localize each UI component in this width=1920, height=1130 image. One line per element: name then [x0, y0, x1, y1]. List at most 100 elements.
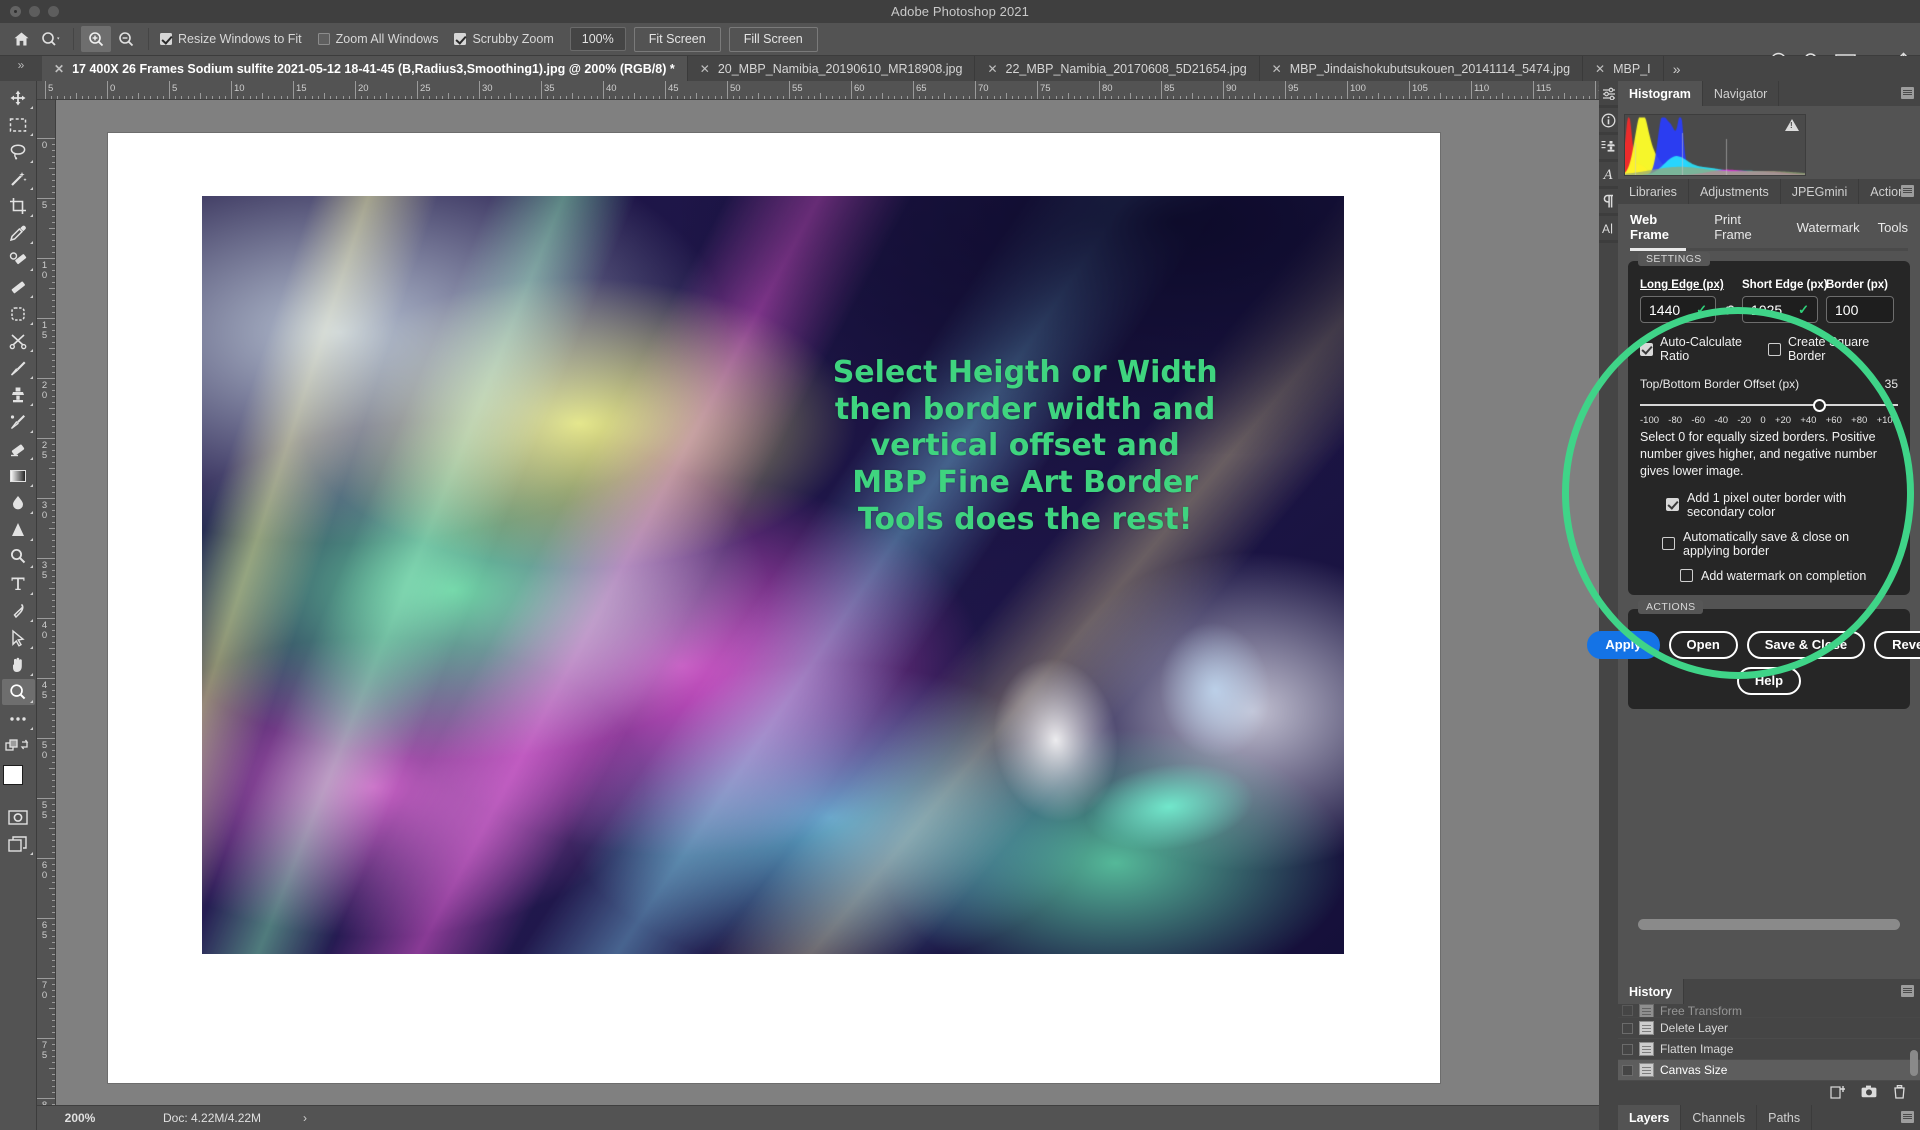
history-snapshot-checkbox[interactable] [1622, 1064, 1633, 1076]
ellipsis-icon[interactable] [2, 706, 35, 732]
close-icon[interactable]: ✕ [1272, 62, 1282, 76]
tab-jpegmini[interactable]: JPEGmini [1780, 179, 1860, 204]
create-square-border-checkbox[interactable]: Create Square Border [1767, 335, 1898, 363]
tab-layers[interactable]: Layers [1618, 1105, 1682, 1130]
paragraph-icon[interactable] [1599, 189, 1618, 216]
dodge-icon[interactable] [2, 517, 35, 543]
marquee-tool[interactable] [2, 112, 35, 138]
foreground-color-swatch[interactable] [2, 765, 23, 785]
subtab-watermark[interactable]: Watermark [1797, 220, 1860, 239]
document-tab-active[interactable]: ✕ 17 400X 26 Frames Sodium sulfite 2021-… [42, 56, 688, 81]
history-item[interactable]: Flatten Image [1618, 1039, 1920, 1060]
eraser-icon[interactable] [2, 436, 35, 462]
move-tool[interactable] [2, 85, 35, 111]
gradient-icon[interactable] [2, 463, 35, 489]
apply-button[interactable]: Apply [1587, 630, 1660, 659]
color-swatches[interactable] [2, 764, 35, 798]
create-snapshot-icon[interactable] [1861, 1085, 1877, 1101]
clone-stamp-icon[interactable] [2, 382, 35, 408]
history-item[interactable]: Free Transform [1618, 1004, 1920, 1018]
history-snapshot-checkbox[interactable] [1622, 1043, 1633, 1055]
open-button[interactable]: Open [1668, 630, 1738, 659]
character-icon[interactable]: A [1599, 216, 1618, 243]
type-T-icon[interactable] [2, 571, 35, 597]
minimize-button[interactable] [29, 6, 40, 17]
new-document-from-state-icon[interactable] [1830, 1085, 1846, 1102]
panel-menu-icon[interactable] [1901, 1111, 1914, 1123]
tab-paths[interactable]: Paths [1757, 1105, 1813, 1130]
subtab-web-frame[interactable]: Web Frame [1630, 212, 1696, 246]
more-tabs-icon[interactable]: » [1664, 56, 1690, 81]
history-brush-icon[interactable] [2, 409, 35, 435]
help-button[interactable]: Help [1736, 666, 1802, 695]
chevron-right-icon[interactable]: › [303, 1111, 307, 1125]
add-watermark-checkbox[interactable]: Add watermark on completion [1640, 569, 1898, 583]
auto-calculate-ratio-checkbox[interactable]: Auto-Calculate Ratio [1640, 335, 1768, 363]
canvas-area[interactable]: Select Heigth or Width then border width… [56, 100, 1599, 1105]
horizontal-ruler[interactable]: 5 0 5 10 15 20 25 30 35 40 45 50 55 60 65 70 75 80 85 90 95 1… [37, 81, 1599, 100]
pen-tool[interactable] [2, 544, 35, 570]
close-icon[interactable]: ✕ [700, 62, 710, 76]
patch-tool[interactable] [2, 301, 35, 327]
document-tab[interactable]: ✕ MBP_Jindaishokubutsukouen_20141114_547… [1259, 56, 1584, 81]
offset-slider[interactable] [1640, 397, 1898, 413]
close-icon[interactable]: ✕ [987, 62, 997, 76]
border-input[interactable]: 100 [1826, 296, 1894, 323]
zoom-tool-selected[interactable] [1, 679, 35, 705]
link-chain-icon[interactable] [1716, 296, 1742, 323]
vertical-ruler[interactable]: 0510152025303540455055606570758085 [37, 100, 56, 1105]
adjustments-sliders-icon[interactable] [1599, 81, 1618, 108]
auto-save-close-checkbox[interactable]: Automatically save & close on applying b… [1640, 530, 1898, 558]
resize-windows-to-fit-checkbox[interactable]: Resize Windows to Fit [160, 32, 302, 46]
spot-healing-brush-icon[interactable] [2, 247, 35, 273]
slider-knob[interactable] [1812, 399, 1826, 412]
scrubby-zoom-checkbox[interactable]: Scrubby Zoom [454, 32, 554, 46]
document-tab[interactable]: ✕ MBP_I [1583, 56, 1664, 81]
screen-mode-icon[interactable] [2, 831, 35, 857]
history-item[interactable]: Delete Layer [1618, 1018, 1920, 1039]
document-canvas[interactable]: Select Heigth or Width then border width… [108, 133, 1440, 1083]
panel-menu-icon[interactable] [1901, 87, 1914, 99]
default-colors-icon[interactable] [2, 733, 35, 759]
history-list[interactable]: Free Transform Delete Layer Flatten Imag… [1618, 1004, 1920, 1081]
crop-tool[interactable] [2, 193, 35, 219]
eyedropper-tool[interactable] [2, 220, 35, 246]
brush-stroke-icon[interactable] [2, 274, 35, 300]
history-snapshot-checkbox[interactable] [1622, 1022, 1633, 1034]
tab-histogram[interactable]: Histogram [1618, 81, 1703, 106]
maximize-button[interactable] [48, 6, 59, 17]
close-icon[interactable]: ✕ [1595, 62, 1605, 76]
tab-navigator[interactable]: Navigator [1702, 81, 1780, 106]
zoom-all-windows-checkbox[interactable]: Zoom All Windows [317, 32, 438, 46]
history-scrollbar[interactable] [1910, 1050, 1918, 1076]
tab-libraries[interactable]: Libraries [1618, 179, 1689, 204]
clone-source-icon[interactable] [1599, 135, 1618, 162]
brush-tool[interactable] [2, 355, 35, 381]
history-item-selected[interactable]: Canvas Size [1618, 1060, 1920, 1081]
window-controls[interactable] [10, 0, 59, 23]
scissors-icon[interactable] [2, 328, 35, 354]
document-tab[interactable]: ✕ 22_MBP_Namibia_20170608_5D21654.jpg [975, 56, 1260, 81]
document-tab[interactable]: ✕ 20_MBP_Namibia_20190610_MR18908.jpg [687, 56, 976, 81]
delete-icon[interactable] [1893, 1084, 1906, 1102]
zoom-out-icon[interactable] [111, 26, 141, 52]
subtab-print-frame[interactable]: Print Frame [1714, 212, 1778, 246]
fill-screen-button[interactable]: Fill Screen [728, 26, 818, 52]
lasso-tool[interactable] [2, 139, 35, 165]
panel-menu-icon[interactable] [1901, 185, 1914, 197]
warning-triangle-icon[interactable] [1785, 119, 1799, 131]
zoom-in-icon[interactable] [81, 26, 111, 52]
long-edge-input[interactable]: 1440 ✓ [1640, 296, 1716, 323]
fit-screen-button[interactable]: Fit Screen [633, 26, 721, 52]
save-and-close-button[interactable]: Save & Close [1746, 630, 1866, 659]
chevron-double-right-icon[interactable]: » [0, 56, 42, 81]
history-snapshot-checkbox[interactable] [1622, 1005, 1633, 1016]
short-edge-input[interactable]: 1025 ✓ [1742, 296, 1818, 323]
add-outer-border-checkbox[interactable]: Add 1 pixel outer border with secondary … [1640, 491, 1898, 519]
zoom-tool-icon[interactable] [36, 26, 66, 52]
info-icon[interactable] [1599, 108, 1618, 135]
zoom-level-value[interactable]: 200% [37, 1111, 123, 1125]
panel-menu-icon[interactable] [1901, 985, 1914, 997]
path-selection-arrow-icon[interactable] [2, 625, 35, 651]
tab-history[interactable]: History [1618, 979, 1685, 1004]
